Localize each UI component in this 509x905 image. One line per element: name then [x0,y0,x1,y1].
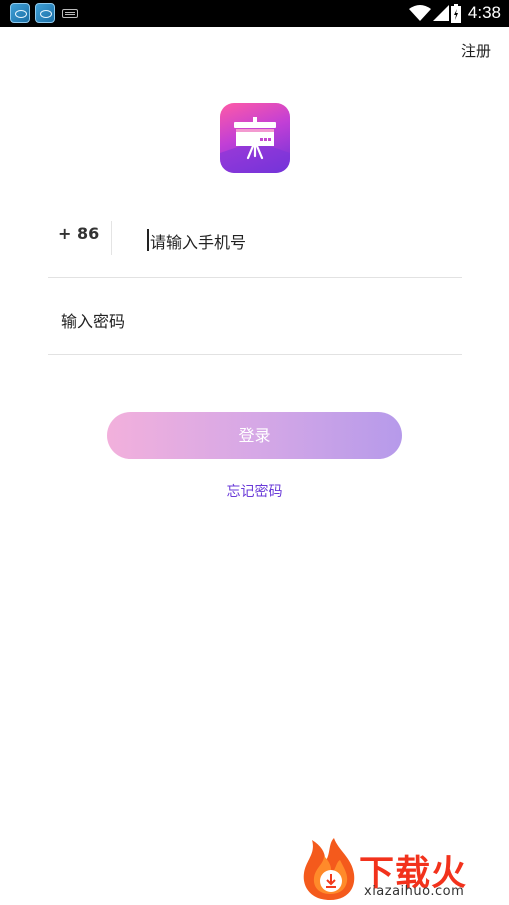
app-icon [10,3,30,23]
forgot-password-link[interactable]: 忘记密码 [0,481,509,501]
field-divider [111,221,112,255]
password-underline [48,354,462,355]
country-code-selector[interactable]: + 86 [58,224,99,243]
register-link[interactable]: 注册 [461,40,491,61]
easel-board-icon [220,117,290,173]
phone-underline [48,277,462,278]
password-input[interactable]: 输入密码 [61,308,125,332]
login-button[interactable]: 登录 [107,412,402,459]
flame-logo-icon [303,838,355,900]
wifi-icon [409,5,431,21]
battery-icon [451,4,461,23]
status-bar: 4:38 [0,0,509,27]
phone-input[interactable]: 请输入手机号 [150,229,246,253]
text-cursor [147,229,149,251]
status-time: 4:38 [467,3,501,22]
watermark-url: xiazaihuo.com [364,884,465,899]
app-logo [220,103,290,173]
keyboard-icon [62,9,78,18]
signal-icon [433,5,449,21]
app-icon [35,3,55,23]
